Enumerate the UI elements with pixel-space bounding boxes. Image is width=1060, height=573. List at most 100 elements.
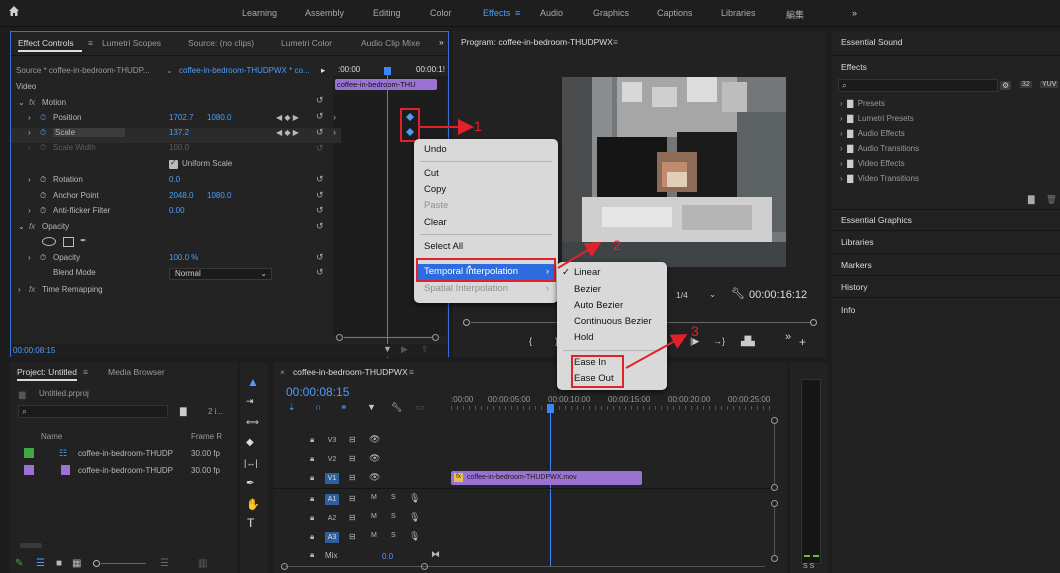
expand-icon[interactable]: › xyxy=(18,285,21,294)
timeline-timecode[interactable]: 00:00:08:15 xyxy=(286,385,349,399)
expand-icon[interactable]: › xyxy=(28,175,31,184)
scrub-handle-right[interactable] xyxy=(810,319,817,326)
close-icon[interactable]: × xyxy=(280,367,285,377)
more-workspaces-icon[interactable]: » xyxy=(852,8,857,18)
new-bin-icon[interactable]: ▇ xyxy=(1028,194,1035,205)
horizontal-zoom-bar[interactable] xyxy=(285,566,765,567)
pen-tool-icon[interactable]: ✒ xyxy=(246,478,254,489)
tab-effect-controls[interactable]: Effect Controls xyxy=(18,38,74,48)
position-x[interactable]: 1702.7 xyxy=(169,113,193,122)
sequence-selector[interactable]: coffee-in-bedroom-THUDPWX * co... xyxy=(179,66,310,75)
expand-icon[interactable]: › xyxy=(28,113,31,122)
anchor-y[interactable]: 1080.0 xyxy=(207,191,231,200)
zoom-slider-handle[interactable] xyxy=(93,560,100,567)
sync-lock-icon[interactable]: ⊟ xyxy=(349,454,356,463)
expand-icon[interactable]: › xyxy=(28,253,31,262)
effects-search-input[interactable]: ⌕ xyxy=(838,79,998,92)
mute-button[interactable]: M xyxy=(371,532,377,539)
track-header-a2[interactable]: 🔒︎ A2 ⊟ M S 🎙︎ xyxy=(273,510,451,528)
position-y[interactable]: 1080.0 xyxy=(207,113,231,122)
linked-selection-icon[interactable]: ⚭ xyxy=(340,402,348,413)
track-label[interactable]: A3 xyxy=(325,532,339,543)
timeline-title[interactable]: coffee-in-bedroom-THUDPWX xyxy=(293,367,408,377)
zoom-handle-right[interactable] xyxy=(421,563,428,570)
project-search-input[interactable]: ⌕ xyxy=(18,405,168,418)
razor-tool-icon[interactable]: ◆ xyxy=(246,437,254,448)
submenu-item-bezier[interactable]: Bezier xyxy=(557,282,667,298)
mute-button[interactable]: M xyxy=(371,494,377,501)
track-header-a1[interactable]: 🔒︎ A1 ⊟ M S 🎙︎ xyxy=(273,491,451,509)
fx-icon[interactable]: fx xyxy=(29,222,35,231)
voiceover-mic-icon[interactable]: 🎙︎ xyxy=(409,512,420,523)
automate-icon[interactable]: ▥ xyxy=(198,558,207,569)
eye-icon[interactable]: 👁︎ xyxy=(369,434,380,445)
reset-icon[interactable]: ↺ xyxy=(316,175,324,184)
reset-icon[interactable]: ↺ xyxy=(316,206,324,215)
mark-in-icon[interactable]: { xyxy=(529,336,532,346)
scroll-handle[interactable] xyxy=(771,555,778,562)
zoom-handle-left[interactable] xyxy=(336,334,343,341)
chevron-down-icon[interactable]: ⌄ xyxy=(166,66,173,75)
icon-view-icon[interactable]: ■ xyxy=(56,558,62,569)
uniform-scale-row[interactable]: ✓ Uniform Scale xyxy=(11,158,341,174)
tab-lumetri-scopes[interactable]: Lumetri Scopes xyxy=(102,38,161,48)
track-label[interactable]: V1 xyxy=(325,473,339,484)
opacity-section-row[interactable]: ⌄ fx Opacity xyxy=(11,222,341,237)
antiflicker-value[interactable]: 0.00 xyxy=(169,206,185,215)
stopwatch-icon[interactable]: ⏱ xyxy=(40,191,46,201)
solo-button[interactable]: S xyxy=(391,494,396,501)
submenu-item-linear[interactable]: ✓ Linear xyxy=(557,265,667,281)
lock-icon[interactable]: 🔒︎ xyxy=(310,550,314,560)
track-header-v3[interactable]: 🔒︎ V3 ⊟ 👁︎ xyxy=(273,432,451,450)
mix-track[interactable]: 🔒︎ Mix 0.0 ⧓ xyxy=(273,549,451,563)
submenu-item-auto-bezier[interactable]: Auto Bezier xyxy=(557,298,667,314)
hand-tool-icon[interactable]: ✋ xyxy=(246,498,260,511)
vertical-scrollbar[interactable] xyxy=(774,507,775,555)
fx-icon[interactable]: fx xyxy=(29,98,35,107)
more-tabs-icon[interactable]: » xyxy=(439,37,444,47)
lock-icon[interactable]: 🔒︎ xyxy=(310,513,314,523)
32bit-effects-icon[interactable]: 32 xyxy=(1020,81,1032,88)
lock-icon[interactable]: 🔒︎ xyxy=(310,473,314,483)
workspace-edit-jp[interactable]: 編集 xyxy=(786,8,804,21)
chevron-down-icon[interactable]: ⌄ xyxy=(709,289,716,300)
scale-value[interactable]: 137.2 xyxy=(169,128,189,137)
keyframe-nav-icon[interactable]: ◀ ◆ ▶ xyxy=(276,113,299,122)
solo-button[interactable]: S xyxy=(391,513,396,520)
settings-wrench-icon[interactable]: 🔧︎ xyxy=(391,402,402,413)
reset-icon[interactable]: ↺ xyxy=(316,222,324,231)
yuv-effects-icon[interactable]: YUV xyxy=(1040,81,1059,88)
reset-icon[interactable]: ↺ xyxy=(316,112,324,121)
freeform-view-icon[interactable]: ▦ xyxy=(72,558,81,569)
libraries-tab[interactable]: Libraries xyxy=(841,237,874,247)
rotation-value[interactable]: 0.0 xyxy=(169,175,180,184)
tree-item-presets[interactable]: › ▇ Presets xyxy=(840,99,885,108)
more-buttons-icon[interactable]: » xyxy=(785,331,791,343)
workspace-libraries[interactable]: Libraries xyxy=(721,8,756,18)
list-item[interactable]: coffee-in-bedroom-THUDP 30.00 fp xyxy=(10,462,237,479)
menu-item-select-all[interactable]: Select All xyxy=(414,239,558,255)
stopwatch-icon[interactable]: ⏱ xyxy=(40,128,46,138)
tree-item-lumetri-presets[interactable]: › ▇ Lumetri Presets xyxy=(840,114,914,123)
rectangle-mask-icon[interactable] xyxy=(63,237,74,247)
column-frame-rate[interactable]: Frame R xyxy=(191,432,222,441)
new-bin-icon[interactable]: ▇ xyxy=(180,406,187,417)
sync-lock-icon[interactable]: ⊟ xyxy=(349,435,356,444)
column-name[interactable]: Name xyxy=(41,432,62,441)
info-tab[interactable]: Info xyxy=(841,305,855,315)
play-only-icon[interactable]: ▸ xyxy=(321,65,325,76)
wrench-icon[interactable]: 🔧︎ xyxy=(731,287,745,300)
anchor-x[interactable]: 2048.0 xyxy=(169,191,193,200)
go-to-out-icon[interactable]: →} xyxy=(713,336,725,346)
stopwatch-icon[interactable]: ⏱ xyxy=(40,113,46,123)
panel-menu-icon[interactable]: ≡ xyxy=(409,367,414,377)
workspace-effects[interactable]: Effects xyxy=(483,8,510,18)
essential-sound-tab[interactable]: Essential Sound xyxy=(841,37,902,47)
nest-icon[interactable]: ⇣ xyxy=(288,402,296,413)
sync-lock-icon[interactable]: ⊟ xyxy=(349,473,356,482)
workspace-audio[interactable]: Audio xyxy=(540,8,563,18)
workspace-color[interactable]: Color xyxy=(430,8,452,18)
play-audio-icon[interactable]: ▶ xyxy=(401,344,408,355)
keyframe-nav-icon[interactable]: ◀ ◆ ▶ xyxy=(276,128,299,137)
panel-menu-icon[interactable]: ≡ xyxy=(83,367,88,377)
